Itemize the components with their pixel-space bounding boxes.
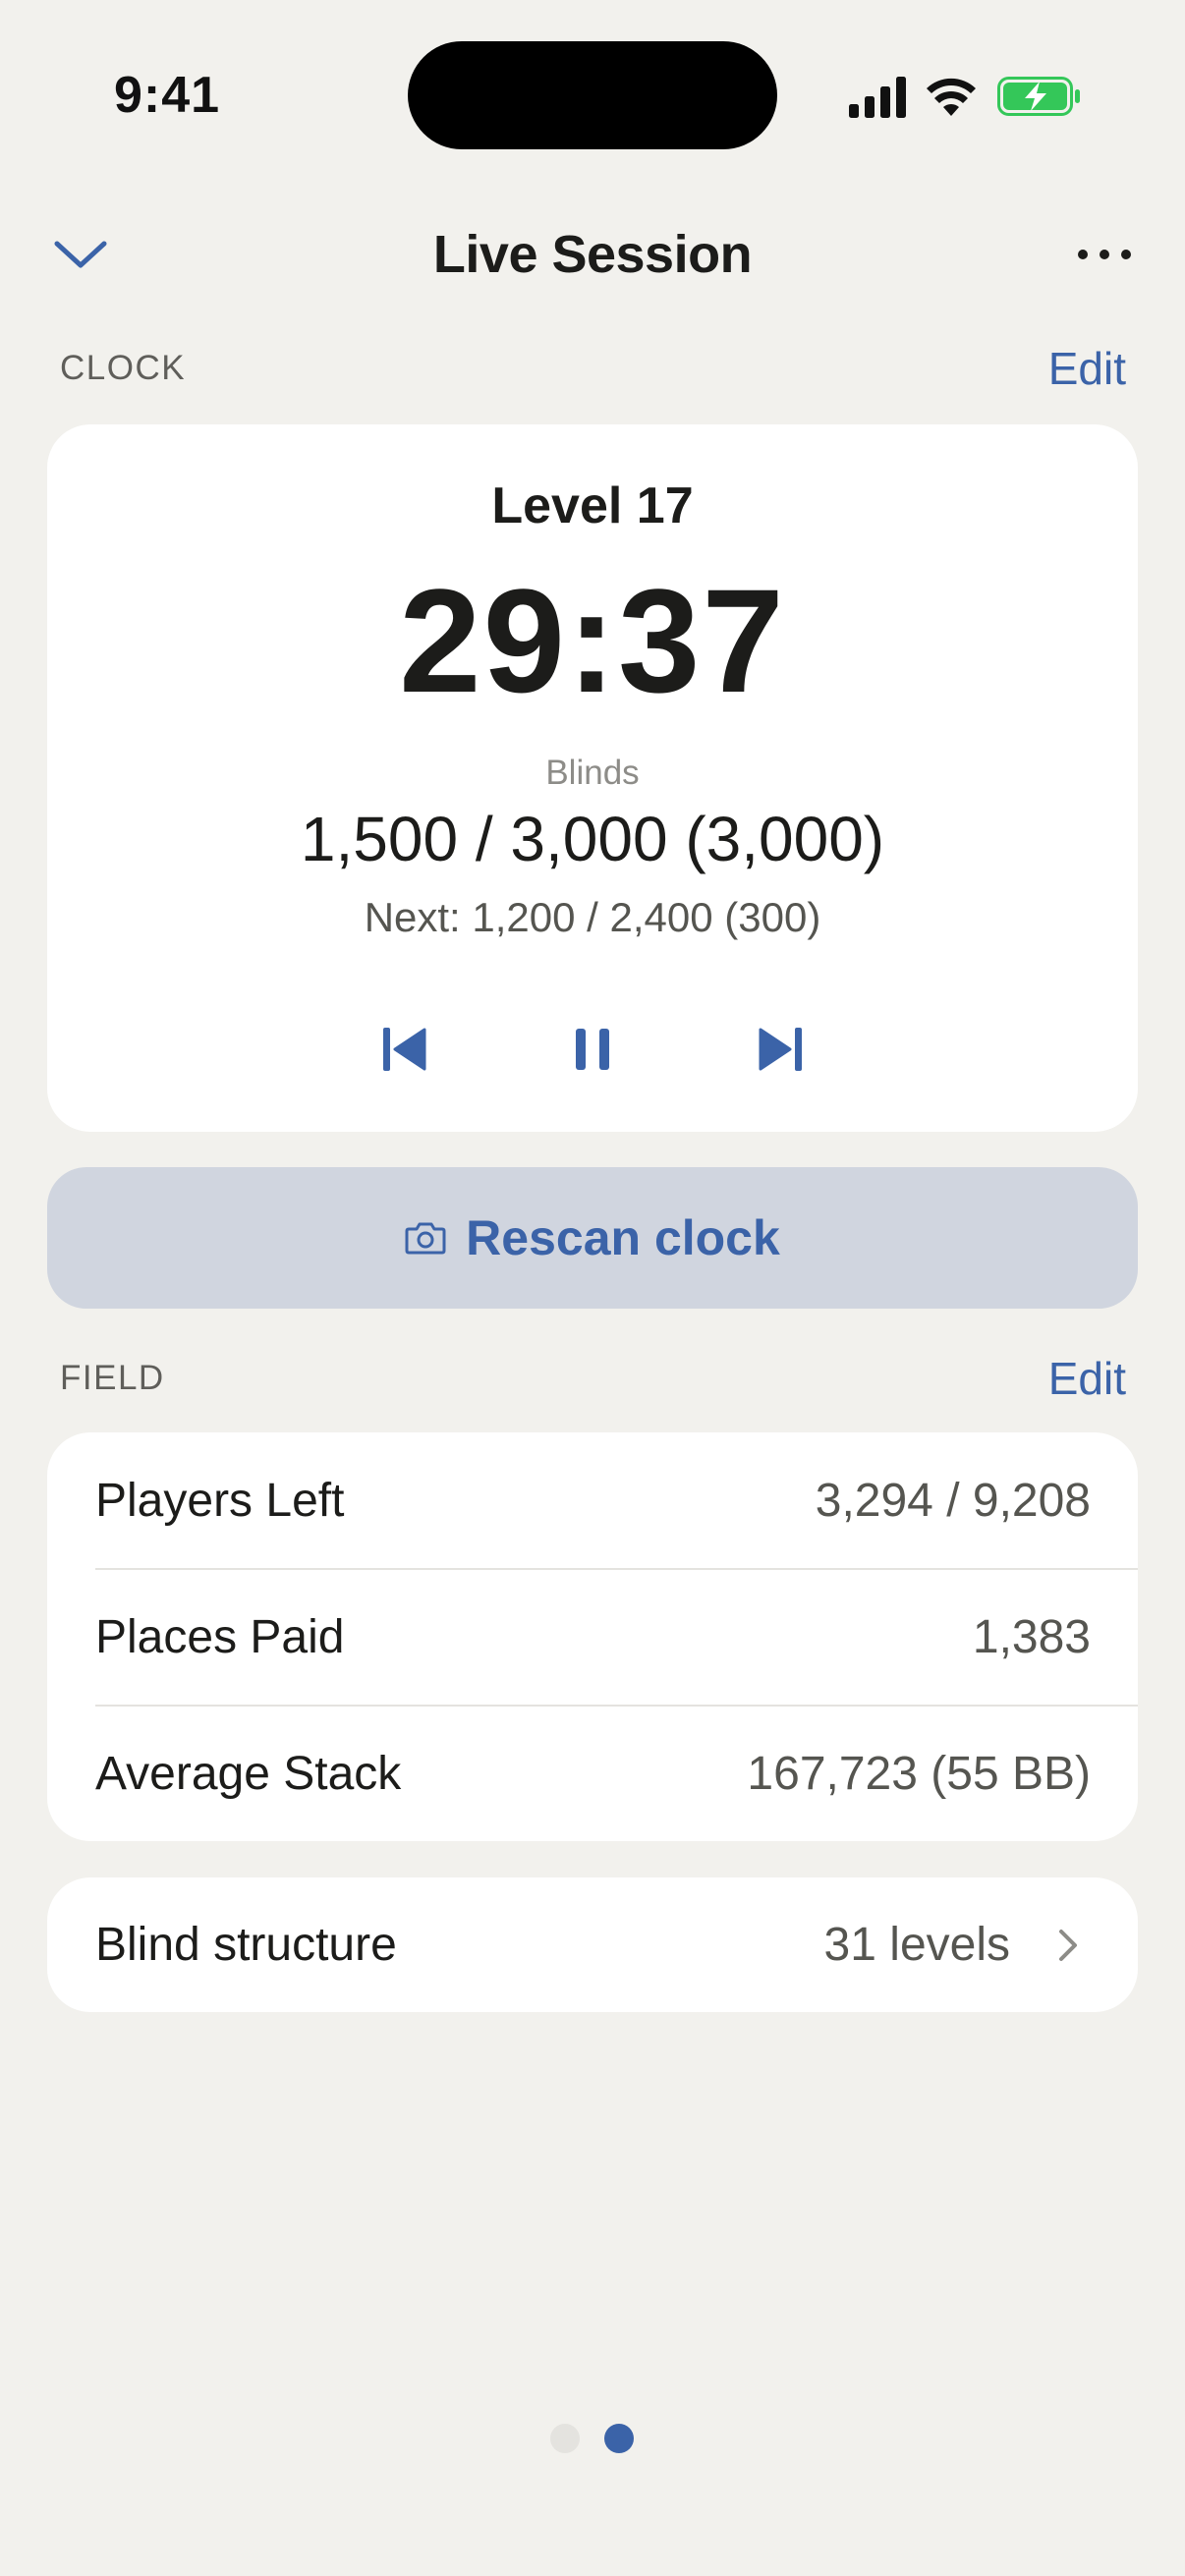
current-blinds: 1,500 / 3,000 (3,000): [300, 804, 885, 874]
pause-icon[interactable]: [563, 1020, 622, 1079]
blind-structure-value: 31 levels: [823, 1919, 1010, 1971]
status-time: 9:41: [113, 67, 221, 124]
row-divider: [95, 1705, 1138, 1707]
more-horizontal-icon[interactable]: [1075, 240, 1134, 269]
chevron-right-icon[interactable]: [1053, 1928, 1081, 1963]
next-blinds: Next: 1,200 / 2,400 (300): [364, 894, 821, 940]
camera-icon: [405, 1222, 446, 1255]
page-dot-1[interactable]: [550, 2424, 580, 2453]
rescan-clock-button[interactable]: Rescan clock: [47, 1167, 1138, 1309]
clock-section-label: CLOCK: [60, 349, 187, 387]
dynamic-island: [408, 41, 777, 149]
clock-edit-button[interactable]: Edit: [930, 339, 1126, 398]
wifi-icon: [927, 78, 976, 116]
average-stack-value: 167,723 (55 BB): [747, 1748, 1091, 1800]
clock-time-remaining: 29:37: [399, 558, 786, 723]
players-left-value: 3,294 / 9,208: [815, 1475, 1091, 1527]
field-edit-button[interactable]: Edit: [930, 1349, 1126, 1408]
clock-level: Level 17: [491, 477, 694, 534]
chevron-down-icon[interactable]: [51, 234, 110, 273]
field-section-label: FIELD: [60, 1359, 165, 1397]
places-paid-value: 1,383: [972, 1611, 1091, 1663]
skip-next-icon[interactable]: [753, 1020, 812, 1079]
rescan-clock-label: Rescan clock: [466, 1210, 780, 1265]
page-dot-2-active[interactable]: [604, 2424, 634, 2453]
row-divider: [95, 1568, 1138, 1570]
battery-charging-icon: [997, 77, 1080, 116]
blinds-label: Blinds: [545, 754, 640, 792]
cellular-signal-icon: [849, 77, 906, 118]
skip-previous-icon[interactable]: [373, 1020, 432, 1079]
page-title: Live Session: [432, 225, 753, 284]
